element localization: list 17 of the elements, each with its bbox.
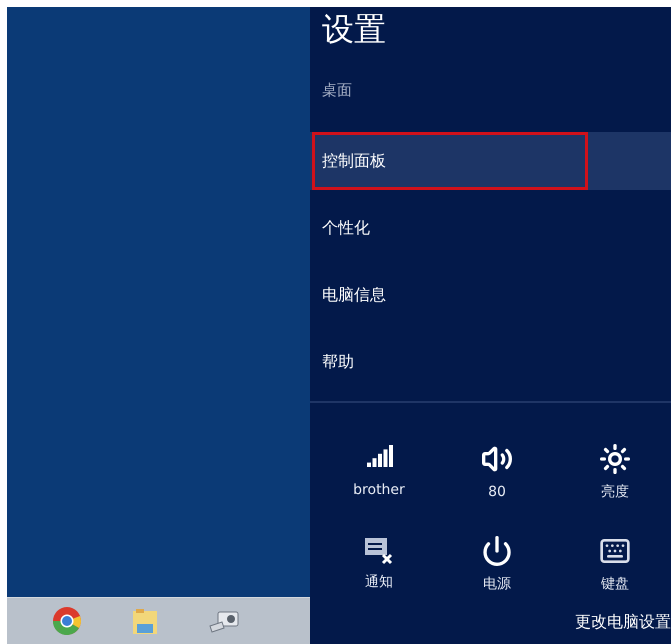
quick-setting-label[interactable]: 80	[488, 483, 506, 501]
menu-item[interactable]: 帮助	[310, 333, 671, 391]
notification-icon	[363, 535, 395, 565]
pane-subtitle: 桌面	[321, 80, 353, 101]
ring-icon[interactable]	[52, 606, 82, 636]
quick-setting-label[interactable]: 亮度	[601, 483, 629, 501]
quick-setting-label[interactable]: 电源	[483, 575, 511, 593]
power-icon	[481, 535, 513, 567]
menu-item[interactable]: 控制面板	[310, 132, 671, 190]
menu-item[interactable]: 电脑信息	[310, 266, 671, 324]
change-settings-link[interactable]: 更改电脑设置	[575, 611, 671, 633]
quick-setting-label[interactable]: 键盘	[601, 575, 629, 593]
menu-item[interactable]: 个性化	[310, 199, 671, 257]
quick-setting-label[interactable]: 通知	[365, 573, 393, 591]
pane-title: 设置	[321, 9, 387, 50]
quick-setting-label[interactable]: brother	[353, 481, 405, 499]
sun-icon	[599, 443, 631, 475]
